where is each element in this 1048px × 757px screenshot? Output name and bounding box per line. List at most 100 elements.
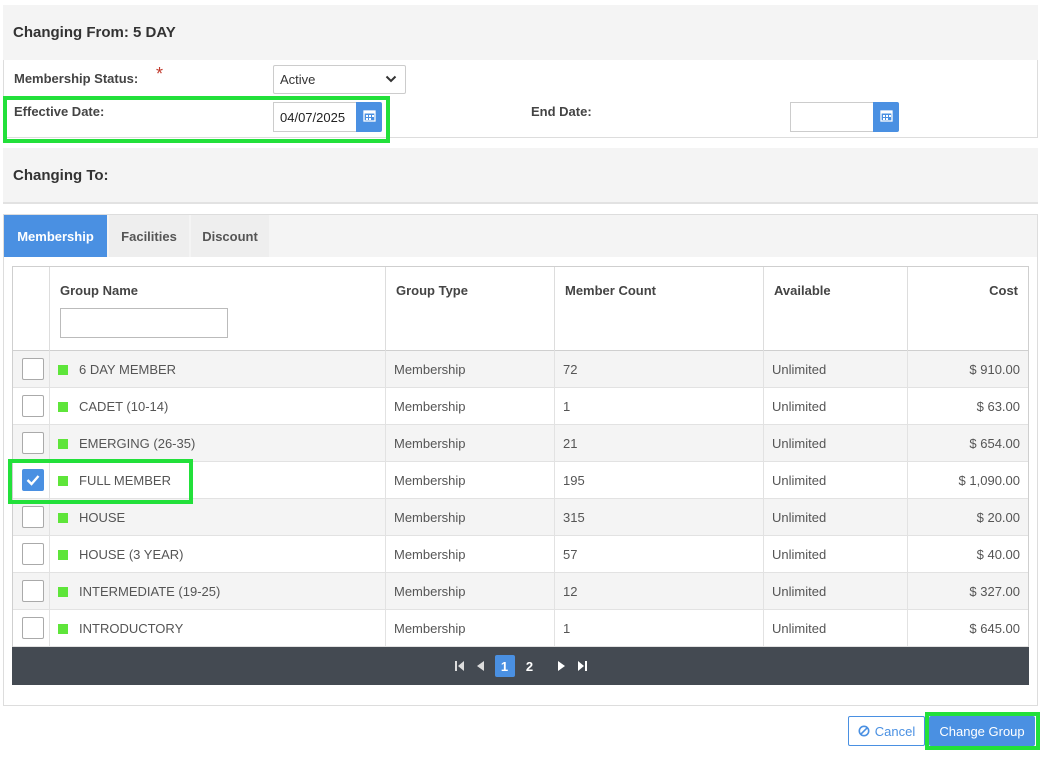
cell-name: 6 DAY MEMBER	[50, 351, 386, 388]
cancel-icon	[858, 725, 870, 737]
tab-membership[interactable]: Membership	[4, 215, 107, 257]
next-page-icon[interactable]	[557, 660, 567, 672]
cell-name-text: INTRODUCTORY	[79, 621, 184, 636]
status-dot-icon	[58, 549, 68, 560]
table-row[interactable]: EMERGING (26-35) Membership 21 Unlimited $ 6…	[13, 425, 1028, 462]
cell-cost-text: $ 645.00	[969, 621, 1020, 636]
last-page-icon[interactable]	[577, 660, 587, 672]
column-header-available[interactable]: Available	[764, 267, 908, 351]
row-checkbox[interactable]	[22, 543, 44, 565]
cell-count-text: 57	[563, 547, 578, 562]
membership-status-select[interactable]: Active	[273, 65, 406, 94]
cell-available-text: Unlimited	[772, 362, 827, 377]
end-date-label: End Date:	[531, 104, 592, 119]
cell-available-text: Unlimited	[772, 473, 827, 488]
cancel-button-label: Cancel	[874, 723, 916, 739]
grid-pager: 1 2	[12, 647, 1029, 685]
cell-count: 315	[555, 499, 764, 536]
row-checkbox[interactable]	[22, 469, 44, 491]
prev-page-icon[interactable]	[475, 660, 485, 672]
cell-cost-text: $ 327.00	[969, 584, 1020, 599]
cell-name-text: FULL MEMBER	[79, 473, 171, 488]
row-checkbox[interactable]	[22, 617, 44, 639]
column-header-group-name[interactable]: Group Name	[50, 267, 386, 351]
column-header-member-count[interactable]: Member Count	[555, 267, 764, 351]
cell-cost: $ 327.00	[908, 573, 1028, 610]
cell-name-text: CADET (10-14)	[79, 399, 169, 414]
cell-type: Membership	[386, 499, 555, 536]
cell-count: 12	[555, 573, 764, 610]
row-select-cell	[13, 610, 50, 647]
row-select-cell	[13, 573, 50, 610]
cell-type-text: Membership	[394, 510, 466, 525]
change-group-button[interactable]: Change Group	[929, 716, 1035, 746]
cell-name: HOUSE (3 YEAR)	[50, 536, 386, 573]
cancel-button[interactable]: Cancel	[848, 716, 925, 746]
status-dot-icon	[58, 512, 68, 523]
cell-type: Membership	[386, 425, 555, 462]
row-select-cell	[13, 425, 50, 462]
required-marker: *	[156, 64, 164, 84]
cell-type-text: Membership	[394, 436, 466, 451]
cell-cost-text: $ 40.00	[976, 547, 1020, 562]
table-row[interactable]: FULL MEMBER Membership 195 Unlimited $ 1,090…	[13, 462, 1028, 499]
column-header-group-type[interactable]: Group Type	[386, 267, 555, 351]
calendar-icon	[879, 109, 893, 125]
end-date-input[interactable]	[790, 102, 874, 132]
first-page-icon[interactable]	[454, 660, 465, 672]
tab-discount[interactable]: Discount	[191, 215, 269, 257]
table-row[interactable]: CADET (10-14) Membership 1 Unlimited $ 63.00	[13, 388, 1028, 425]
cell-cost: $ 645.00	[908, 610, 1028, 647]
table-row[interactable]: 6 DAY MEMBER Membership 72 Unlimited $ 910.0…	[13, 351, 1028, 388]
effective-date-value: 04/07/2025	[280, 109, 346, 125]
cell-name: HOUSE	[50, 499, 386, 536]
cell-type-text: Membership	[394, 547, 466, 562]
cell-name: INTERMEDIATE (19-25)	[50, 573, 386, 610]
cell-type-text: Membership	[394, 621, 466, 636]
cell-cost-text: $ 910.00	[969, 362, 1020, 377]
row-select-cell	[13, 388, 50, 425]
cell-available: Unlimited	[764, 536, 908, 573]
table-row[interactable]: HOUSE Membership 315 Unlimited $ 20.00	[13, 499, 1028, 536]
page-2-button[interactable]: 2	[520, 655, 540, 677]
end-date-calendar-button[interactable]	[873, 102, 899, 132]
membership-status-label: Membership Status:	[14, 71, 139, 86]
cell-count-text: 1	[563, 399, 571, 414]
cell-name-text: 6 DAY MEMBER	[79, 362, 177, 377]
column-header-cost[interactable]: Cost	[908, 267, 1028, 351]
effective-date-calendar-button[interactable]	[356, 102, 382, 132]
cell-available: Unlimited	[764, 610, 908, 647]
cell-type-text: Membership	[394, 473, 466, 488]
select-column-header	[13, 267, 50, 351]
cell-name: CADET (10-14)	[50, 388, 386, 425]
cell-type: Membership	[386, 610, 555, 647]
row-checkbox[interactable]	[22, 358, 44, 380]
status-dot-icon	[58, 623, 68, 634]
page-1-button[interactable]: 1	[494, 655, 515, 677]
cell-name-text: INTERMEDIATE (19-25)	[79, 584, 221, 599]
cell-type-text: Membership	[394, 399, 466, 414]
status-dot-icon	[58, 364, 68, 375]
row-checkbox[interactable]	[22, 432, 44, 454]
current-membership-form: Membership Status: * Active Effective Da…	[3, 60, 1038, 138]
row-checkbox[interactable]	[22, 395, 44, 417]
cell-name: INTRODUCTORY	[50, 610, 386, 647]
membership-status-value: Active	[280, 72, 316, 87]
cell-available-text: Unlimited	[772, 547, 827, 562]
status-dot-icon	[58, 438, 68, 449]
status-dot-icon	[58, 586, 68, 597]
row-checkbox[interactable]	[22, 506, 44, 528]
cell-available-text: Unlimited	[772, 436, 827, 451]
cell-name-text: HOUSE	[79, 510, 126, 525]
cell-cost-text: $ 1,090.00	[958, 473, 1020, 488]
group-name-filter-input[interactable]	[60, 308, 228, 338]
cell-available-text: Unlimited	[772, 584, 827, 599]
cell-name: FULL MEMBER	[50, 462, 386, 499]
table-row[interactable]: INTRODUCTORY Membership 1 Unlimited $ 645.00	[13, 610, 1028, 647]
effective-date-input[interactable]: 04/07/2025	[273, 102, 357, 132]
cell-cost-text: $ 63.00	[976, 399, 1020, 414]
row-checkbox[interactable]	[22, 580, 44, 602]
tab-facilities[interactable]: Facilities	[109, 215, 189, 257]
table-row[interactable]: HOUSE (3 YEAR) Membership 57 Unlimited $ 40.…	[13, 536, 1028, 573]
table-row[interactable]: INTERMEDIATE (19-25) Membership 12 Unlimite…	[13, 573, 1028, 610]
